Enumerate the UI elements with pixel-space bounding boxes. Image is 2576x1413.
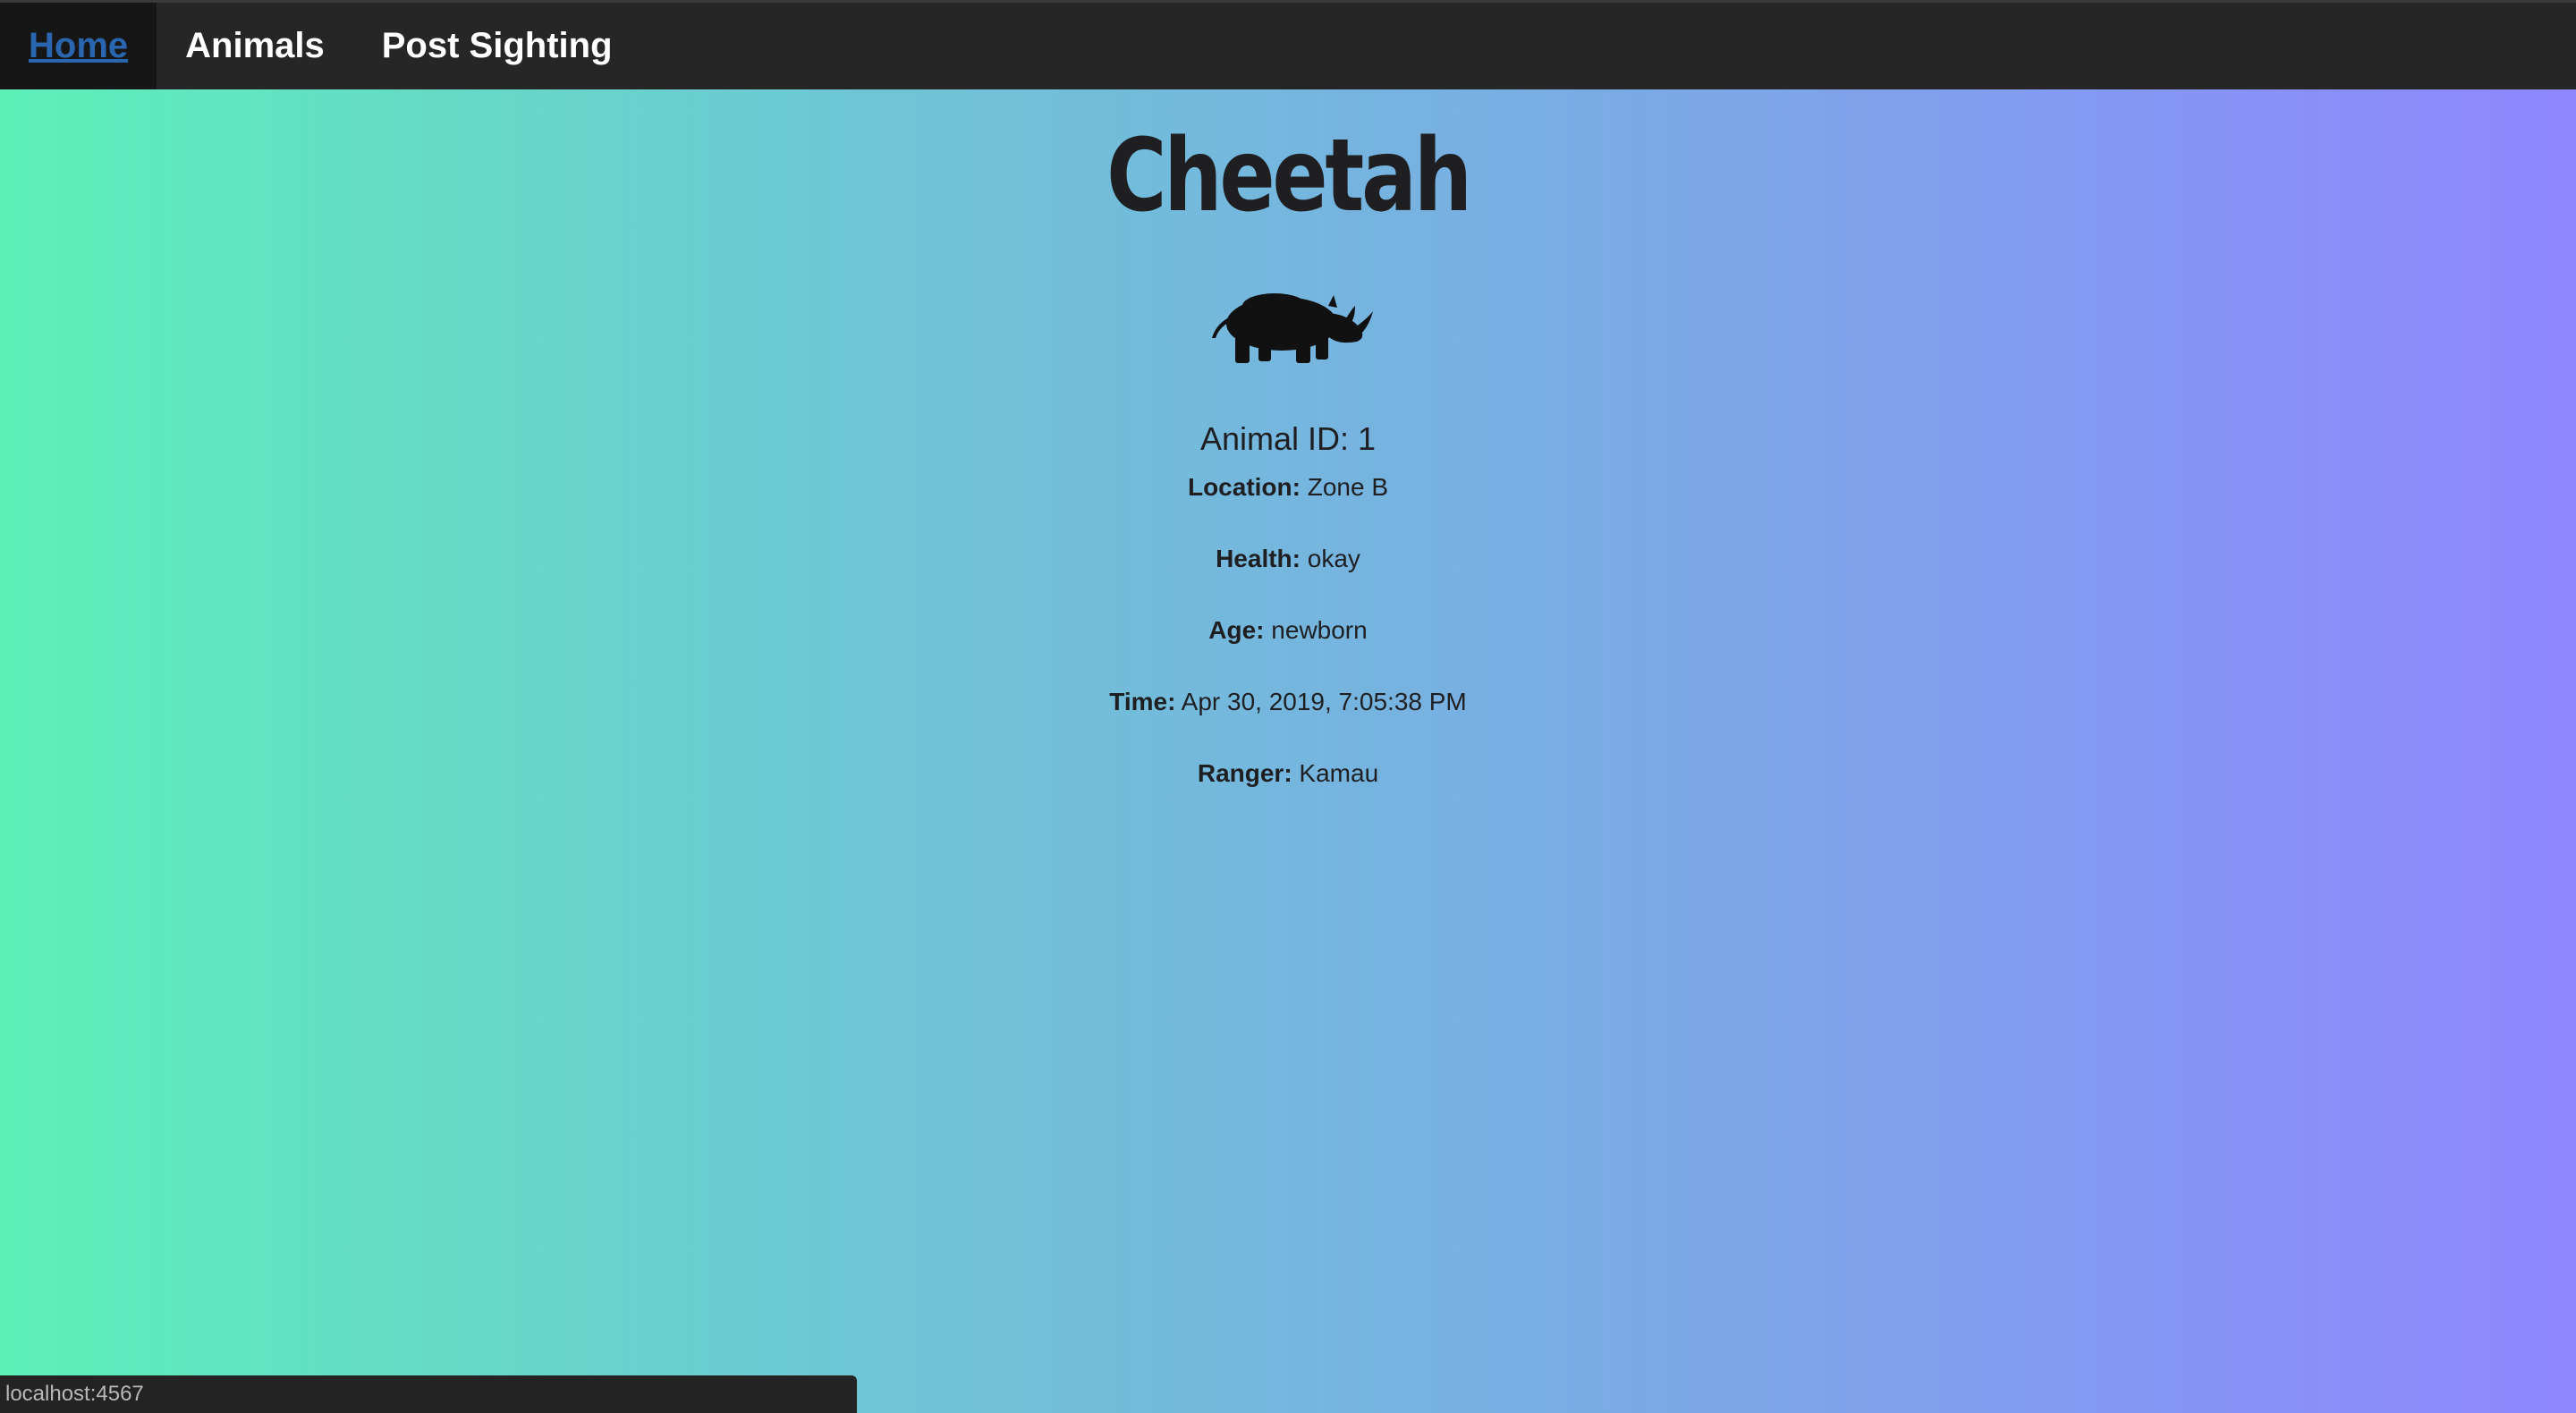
location-value: Zone B	[1307, 473, 1389, 501]
age-label: Age:	[1208, 616, 1265, 644]
ranger-label: Ranger:	[1197, 759, 1292, 787]
animal-id-heading: Animal ID: 1	[1199, 420, 1377, 457]
ranger-field: Ranger: Kamau	[0, 751, 2576, 796]
time-label: Time:	[1109, 688, 1176, 715]
nav-link-home[interactable]: Home	[0, 3, 157, 89]
nav-link-animals[interactable]: Animals	[157, 3, 353, 89]
nav-link-post-sighting[interactable]: Post Sighting	[353, 3, 641, 89]
animal-fields: Location: Zone B Health: okay Age: newbo…	[0, 465, 2576, 796]
health-value: okay	[1307, 545, 1360, 572]
rhino-icon	[0, 279, 2576, 365]
location-field: Location: Zone B	[0, 465, 2576, 510]
animal-detail: Cheetah Animal ID: 1 Location: Zone B He…	[0, 89, 2576, 796]
location-label: Location:	[1187, 473, 1301, 501]
age-field: Age: newborn	[0, 608, 2576, 653]
browser-status-bar: localhost:4567	[0, 1375, 857, 1413]
age-value: newborn	[1271, 616, 1368, 644]
health-label: Health:	[1216, 545, 1301, 572]
health-field: Health: okay	[0, 537, 2576, 581]
page-title: Cheetah	[1106, 118, 1472, 234]
ranger-value: Kamau	[1299, 759, 1379, 787]
time-value: Apr 30, 2019, 7:05:38 PM	[1181, 688, 1467, 715]
top-nav-bar: Home Animals Post Sighting	[0, 0, 2576, 89]
time-field: Time: Apr 30, 2019, 7:05:38 PM	[0, 680, 2576, 724]
